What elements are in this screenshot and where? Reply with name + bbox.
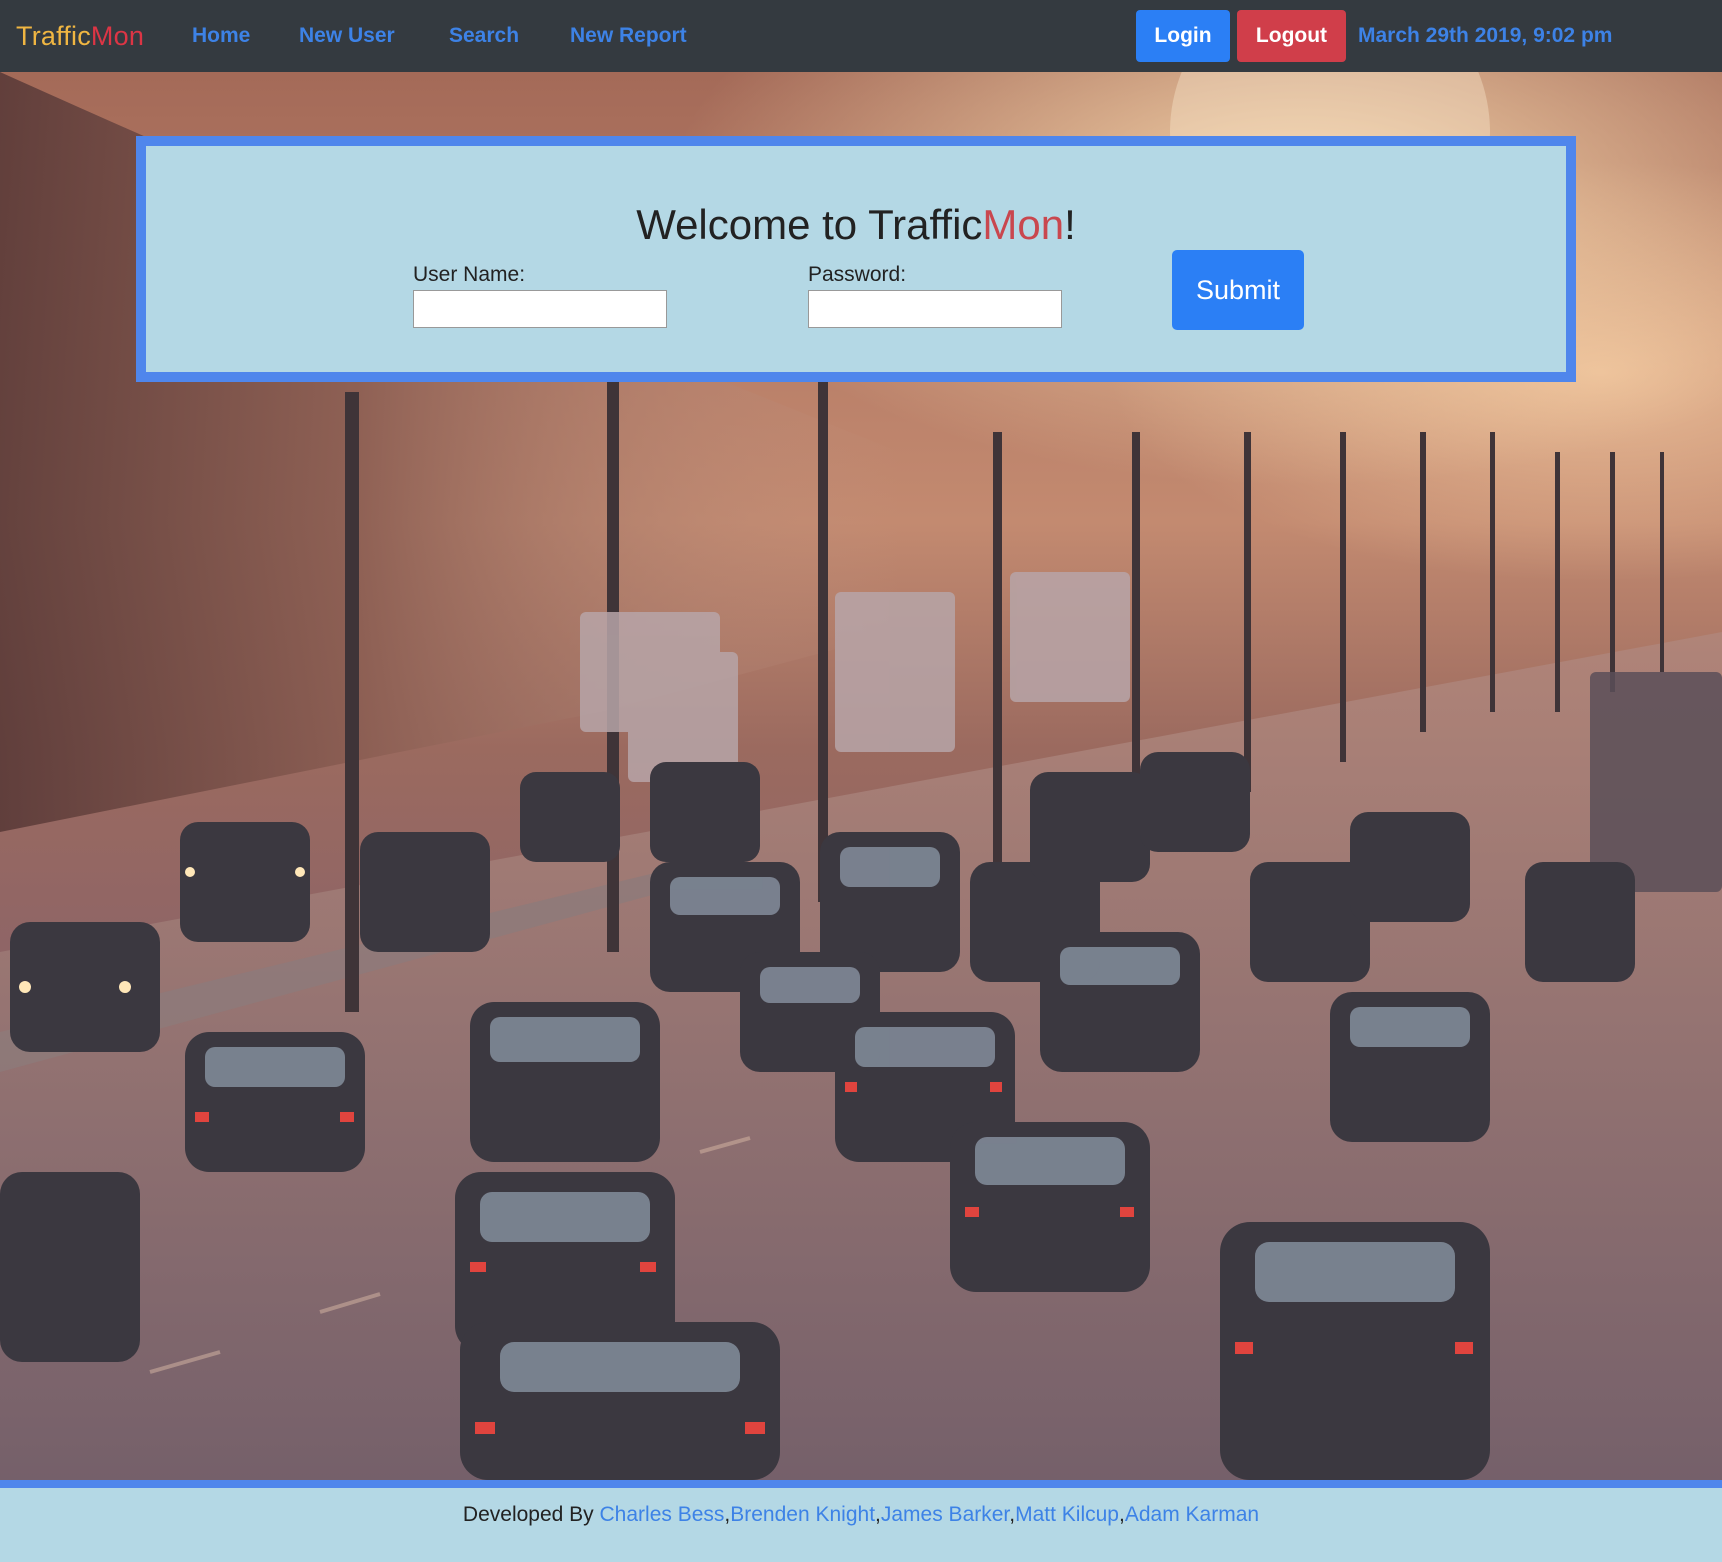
brand-part-mon: Mon xyxy=(90,21,145,51)
nav-link-new-user[interactable]: New User xyxy=(299,22,395,50)
username-input[interactable] xyxy=(413,290,667,328)
welcome-heading-prefix: Welcome to Traffic xyxy=(636,201,983,248)
current-datetime: March 29th 2019, 9:02 pm xyxy=(1358,24,1613,47)
login-button[interactable]: Login xyxy=(1136,10,1230,62)
welcome-heading-suffix: ! xyxy=(1064,201,1076,248)
developer-link-charles-bess[interactable]: Charles Bess xyxy=(600,1503,725,1526)
welcome-heading-accent: Mon xyxy=(982,201,1065,248)
footer: Developed By Charles Bess,Brenden Knight… xyxy=(0,1480,1722,1562)
developer-link-brenden-knight[interactable]: Brenden Knight xyxy=(730,1503,875,1526)
footer-developed-by: Developed By xyxy=(462,1503,600,1526)
top-navbar: TrafficMon Home New User Search New Repo… xyxy=(0,0,1722,72)
username-label: User Name: xyxy=(413,263,526,286)
password-label: Password: xyxy=(808,263,907,286)
nav-link-home[interactable]: Home xyxy=(192,22,250,50)
brand-logo[interactable]: TrafficMon xyxy=(16,19,144,53)
developer-link-adam-karman[interactable]: Adam Karman xyxy=(1125,1503,1259,1526)
developer-link-matt-kilcup[interactable]: Matt Kilcup xyxy=(1015,1503,1119,1526)
brand-part-traffic: Traffic xyxy=(16,21,91,51)
nav-link-search[interactable]: Search xyxy=(449,22,519,50)
submit-button[interactable]: Submit xyxy=(1172,250,1304,330)
welcome-heading: Welcome to TrafficMon! xyxy=(146,200,1566,250)
developer-link-james-barker[interactable]: James Barker xyxy=(881,1503,1009,1526)
nav-link-new-report[interactable]: New Report xyxy=(570,22,687,50)
logout-button[interactable]: Logout xyxy=(1237,10,1346,62)
welcome-login-panel: Welcome to TrafficMon! User Name: Passwo… xyxy=(136,136,1576,382)
password-input[interactable] xyxy=(808,290,1062,328)
